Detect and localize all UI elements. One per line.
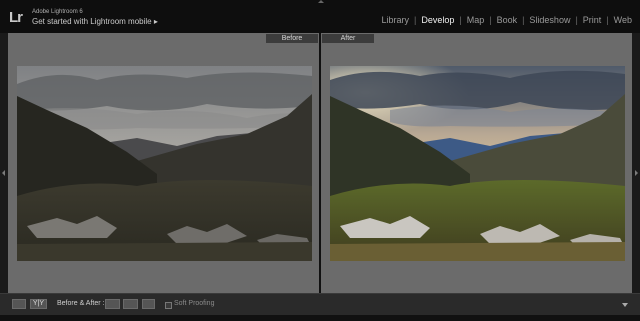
module-develop[interactable]: Develop bbox=[421, 15, 454, 25]
module-separator: | bbox=[575, 15, 578, 25]
after-label: After bbox=[322, 34, 374, 43]
module-separator: | bbox=[606, 15, 609, 25]
module-separator: | bbox=[459, 15, 462, 25]
soft-proofing-label: Soft Proofing bbox=[174, 300, 215, 307]
after-pane: After bbox=[321, 33, 632, 293]
loupe-view-icon[interactable] bbox=[12, 299, 26, 309]
before-pane: Before bbox=[8, 33, 319, 293]
before-after-view-button[interactable]: Y|Y bbox=[30, 299, 47, 309]
bottom-toolbar: Y|Y Before & After : Soft Proofing bbox=[0, 293, 640, 315]
lightroom-mobile-link[interactable]: Get started with Lightroom mobile ▸ bbox=[32, 17, 158, 26]
swap-icon[interactable] bbox=[142, 299, 155, 309]
before-after-label: Before & After : bbox=[57, 300, 105, 307]
module-separator: | bbox=[489, 15, 492, 25]
filmstrip-collapse[interactable] bbox=[0, 315, 640, 321]
module-picker: Library | Develop | Map | Book | Slidesh… bbox=[381, 15, 632, 25]
module-print[interactable]: Print bbox=[583, 15, 602, 25]
module-separator: | bbox=[522, 15, 525, 25]
module-library[interactable]: Library bbox=[381, 15, 409, 25]
after-photo[interactable] bbox=[330, 66, 625, 261]
left-panel-collapse[interactable] bbox=[0, 33, 8, 293]
module-separator: | bbox=[413, 15, 417, 25]
app-name: Adobe Lightroom 6 bbox=[32, 9, 83, 15]
top-bar: Lr Adobe Lightroom 6 Get started with Li… bbox=[0, 0, 640, 33]
module-book[interactable]: Book bbox=[497, 15, 518, 25]
copy-after-to-before-icon[interactable] bbox=[123, 299, 138, 309]
copy-before-to-after-icon[interactable] bbox=[105, 299, 120, 309]
expand-left-panel-icon[interactable] bbox=[2, 170, 5, 176]
expand-right-panel-icon[interactable] bbox=[635, 170, 638, 176]
module-web[interactable]: Web bbox=[614, 15, 632, 25]
before-label: Before bbox=[266, 34, 318, 43]
chevron-down-icon[interactable] bbox=[622, 303, 628, 307]
soft-proofing-checkbox[interactable] bbox=[165, 302, 172, 309]
module-slideshow[interactable]: Slideshow bbox=[529, 15, 570, 25]
lightroom-logo: Lr bbox=[9, 9, 23, 26]
collapse-top-panel-icon[interactable] bbox=[318, 0, 324, 3]
before-photo[interactable] bbox=[17, 66, 312, 261]
module-map[interactable]: Map bbox=[467, 15, 485, 25]
right-panel-collapse[interactable] bbox=[632, 33, 640, 293]
